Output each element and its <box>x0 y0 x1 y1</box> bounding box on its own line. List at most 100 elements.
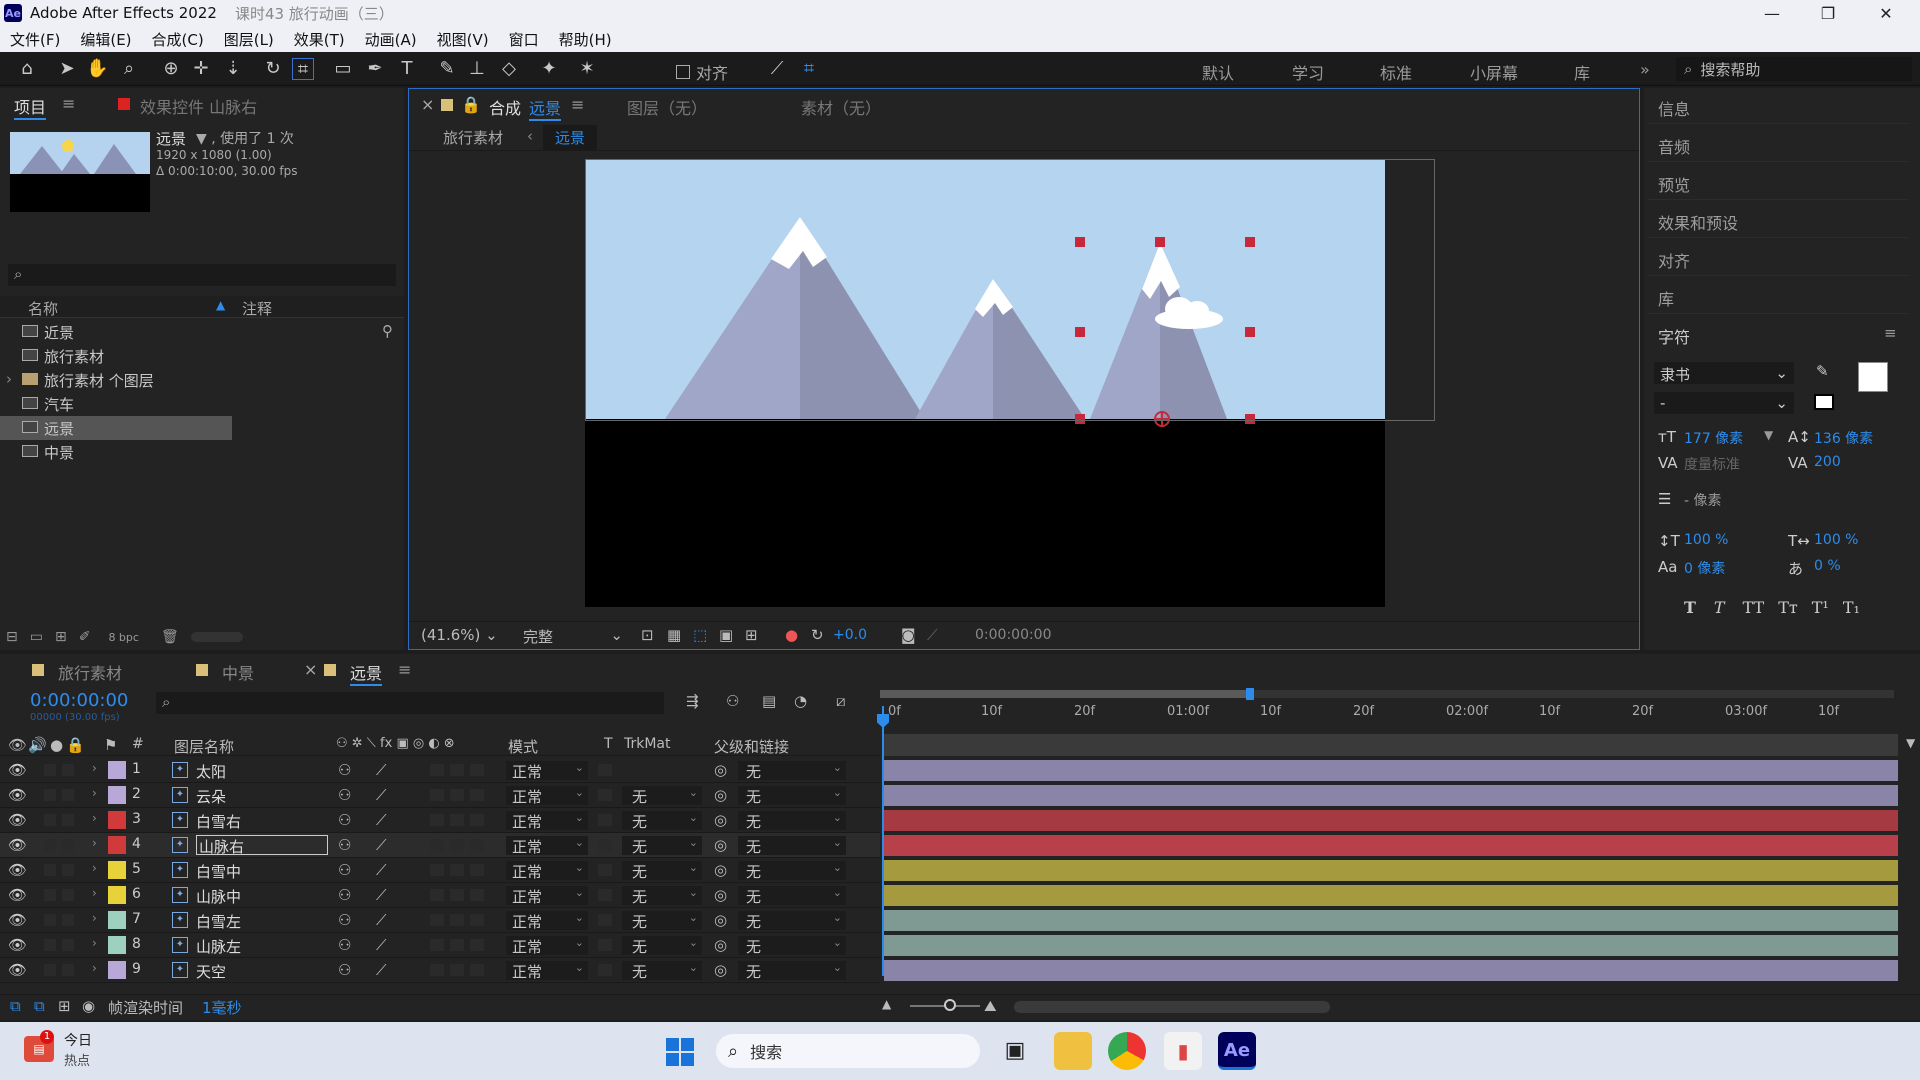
workspace-learn[interactable]: 学习 <box>1292 60 1324 84</box>
after-effects-taskbar-icon[interactable]: Ae <box>1218 1032 1256 1070</box>
menu-file[interactable]: 文件(F) <box>10 29 60 50</box>
work-area-bar[interactable] <box>880 690 1252 698</box>
clone-stamp-tool-icon[interactable]: ⊥ <box>466 58 488 80</box>
quality-switch-icon[interactable]: ⟋ <box>376 886 387 904</box>
layer-row[interactable]: 👁 › 3 ✦ 白雪右 ⚇ ⟋ 正常 ⌄ 无 ⌄ ◎ 无 ⌄ <box>0 808 880 833</box>
adjustment-switch[interactable] <box>470 964 484 976</box>
rectangle-tool-icon[interactable]: ▭ <box>332 58 354 80</box>
expand-chevron-icon[interactable]: › <box>6 370 12 388</box>
blend-mode-select[interactable]: 正常 ⌄ <box>506 811 588 831</box>
motion-blur-icon[interactable]: ◔ <box>794 692 807 710</box>
track-matte-select[interactable]: 无 ⌄ <box>622 861 702 881</box>
blend-mode-select[interactable]: 正常 ⌄ <box>506 911 588 931</box>
panel-preview[interactable]: 预览 <box>1648 164 1908 200</box>
tab-effect-controls[interactable]: 效果控件 山脉右 <box>140 94 257 118</box>
solo-toggle[interactable] <box>44 939 56 951</box>
shy-switch-icon[interactable]: ⚇ <box>338 911 351 929</box>
new-composition-icon[interactable]: ⊞ <box>55 629 67 645</box>
menu-effect[interactable]: 效果(T) <box>294 29 345 50</box>
parent-select[interactable]: 无 ⌄ <box>738 911 846 931</box>
baseline-shift-value[interactable]: 0 像素 <box>1684 558 1725 578</box>
layer-duration-bar[interactable] <box>884 960 1898 981</box>
file-explorer-icon[interactable] <box>1054 1032 1092 1070</box>
region-of-interest-icon[interactable]: ▣ <box>719 626 733 644</box>
lock-toggle[interactable] <box>62 864 74 876</box>
quality-switch-icon[interactable]: ⟋ <box>376 936 387 954</box>
comp-marker-icon[interactable]: ▼ <box>1906 736 1915 750</box>
workspace-standard[interactable]: 标准 <box>1380 60 1412 84</box>
timeline-timecode[interactable]: 0:00:00:00 <box>30 690 128 711</box>
effect-switch[interactable] <box>430 839 444 851</box>
layer-duration-bar[interactable] <box>884 885 1898 906</box>
timeline-tab-travel[interactable]: 旅行素材 <box>58 660 122 684</box>
pick-whip-icon[interactable]: ◎ <box>714 811 727 829</box>
stroke-width-value[interactable]: - 像素 <box>1684 490 1722 510</box>
new-folder-icon[interactable]: ▭ <box>30 629 43 645</box>
fill-color-swatch[interactable] <box>1858 362 1888 392</box>
superscript-button[interactable]: T¹ <box>1812 598 1829 617</box>
project-list-item[interactable]: › 旅行素材 个图层 <box>0 368 404 392</box>
panel-audio[interactable]: 音频 <box>1648 126 1908 162</box>
expand-chevron-icon[interactable]: › <box>92 886 97 900</box>
shy-switch-icon[interactable]: ⚇ <box>338 936 351 954</box>
comp-flowchart-icon[interactable]: ⇶ <box>686 692 699 710</box>
parent-select[interactable]: 无 ⌄ <box>738 761 846 781</box>
panel-libraries[interactable]: 库 <box>1648 278 1908 314</box>
fast-previews-icon[interactable]: ⊡ <box>641 626 654 644</box>
layer-name[interactable]: 白雪中 <box>196 861 241 882</box>
shy-switch-icon[interactable]: ⚇ <box>338 761 351 779</box>
motion-blur-switch[interactable] <box>450 789 464 801</box>
visibility-eye-icon[interactable]: 👁 <box>8 836 27 854</box>
label-color-swatch[interactable] <box>108 861 126 879</box>
minimize-button[interactable]: — <box>1744 0 1800 26</box>
layer-duration-bar[interactable] <box>884 760 1898 781</box>
eyedropper-icon[interactable]: ✎ <box>1816 362 1829 380</box>
adjustment-switch[interactable] <box>470 814 484 826</box>
faux-italic-button[interactable]: T <box>1714 598 1725 617</box>
horizontal-scale-value[interactable]: 100 % <box>1814 532 1858 548</box>
effect-switch[interactable] <box>430 864 444 876</box>
track-matte-select[interactable]: 无 ⌄ <box>622 836 702 856</box>
preserve-transparency-toggle[interactable] <box>598 839 612 851</box>
sort-ascending-icon[interactable]: ▲ <box>216 298 225 312</box>
viewer-menu-icon[interactable]: ≡ <box>571 95 584 114</box>
effect-switch[interactable] <box>430 789 444 801</box>
expand-chevron-icon[interactable]: › <box>92 861 97 875</box>
preserve-transparency-toggle[interactable] <box>598 939 612 951</box>
visibility-eye-icon[interactable]: 👁 <box>8 786 27 804</box>
zoom-slider-knob[interactable] <box>944 999 956 1011</box>
timeline-scrollbar[interactable] <box>1014 1001 1330 1013</box>
shy-switch-icon[interactable]: ⚇ <box>338 786 351 804</box>
snap-options-icon[interactable]: ⟋ <box>766 58 788 80</box>
chrome-icon[interactable] <box>1108 1032 1146 1070</box>
transparency-grid-icon[interactable]: ▦ <box>667 626 681 644</box>
adjustment-switch[interactable] <box>470 939 484 951</box>
zoom-tool-icon[interactable]: ⌕ <box>118 58 140 80</box>
parent-select[interactable]: 无 ⌄ <box>738 861 846 881</box>
project-list-item[interactable]: 汽车 <box>0 392 404 416</box>
layer-name[interactable]: 白雪右 <box>196 811 241 832</box>
puppet-tool-icon[interactable]: ✶ <box>576 58 598 80</box>
parent-select[interactable]: 无 ⌄ <box>738 961 846 981</box>
blend-mode-select[interactable]: 正常 ⌄ <box>506 836 588 856</box>
quality-switch-icon[interactable]: ⟋ <box>376 761 387 779</box>
track-matte-select[interactable]: 无 ⌄ <box>622 811 702 831</box>
timeline-menu-icon[interactable]: ≡ <box>398 660 411 679</box>
pick-whip-icon[interactable]: ◎ <box>714 786 727 804</box>
quality-switch-icon[interactable]: ⟋ <box>376 836 387 854</box>
motion-blur-switch[interactable] <box>450 964 464 976</box>
adjustment-switch[interactable] <box>470 764 484 776</box>
column-mode[interactable]: 模式 <box>508 736 538 757</box>
workspace-libraries[interactable]: 库 <box>1574 60 1590 84</box>
lock-header-icon[interactable]: 🔒 <box>66 736 85 754</box>
close-tab-icon[interactable]: × <box>421 95 434 114</box>
layer-row[interactable]: 👁 › 8 ✦ 山脉左 ⚇ ⟋ 正常 ⌄ 无 ⌄ ◎ 无 ⌄ <box>0 933 880 958</box>
shy-switch-icon[interactable]: ⚇ <box>338 811 351 829</box>
stroke-color-swatch[interactable] <box>1814 394 1834 410</box>
visibility-eye-icon[interactable]: 👁 <box>8 761 27 779</box>
blend-mode-select[interactable]: 正常 ⌄ <box>506 761 588 781</box>
font-family-select[interactable]: 隶书 ⌄ <box>1654 362 1794 384</box>
layer-row[interactable]: 👁 › 4 ✦ 山脉右 ⚇ ⟋ 正常 ⌄ 无 ⌄ ◎ 无 ⌄ <box>0 833 880 858</box>
menu-layer[interactable]: 图层(L) <box>224 29 274 50</box>
layer-row[interactable]: 👁 › 9 ✦ 天空 ⚇ ⟋ 正常 ⌄ 无 ⌄ ◎ 无 ⌄ <box>0 958 880 983</box>
